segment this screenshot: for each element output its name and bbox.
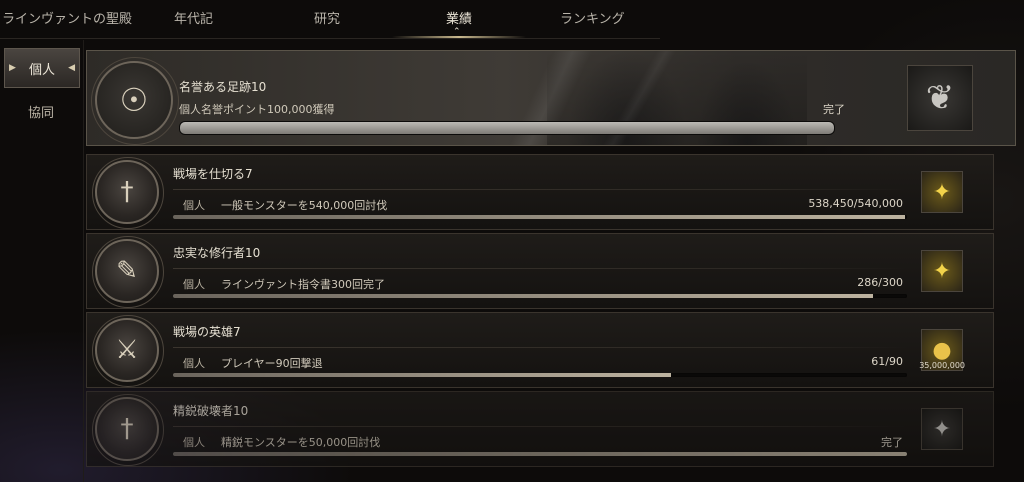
achievement-badge: 個人 xyxy=(183,436,205,449)
crossed-axes-icon: ⚔ xyxy=(92,315,164,387)
chevron-left-icon: ◀ xyxy=(68,63,75,73)
achievement-description: ラインヴァント指令書300回完了 xyxy=(221,278,385,291)
achievement-card[interactable]: ✎ 忠実な修行者10 個人 ラインヴァント指令書300回完了 286/300 ✦ xyxy=(86,233,994,309)
progress-fill xyxy=(173,452,907,456)
progress-bar xyxy=(173,215,907,219)
silver-emblem-icon[interactable]: ✦ xyxy=(921,408,963,450)
progress-bar xyxy=(173,373,907,377)
progress-bar xyxy=(173,294,907,298)
achievement-badge: 個人 xyxy=(183,357,205,370)
achievement-badge: 個人 xyxy=(183,199,205,212)
achievement-description: 一般モンスターを540,000回討伐 xyxy=(221,199,388,212)
progress-fill xyxy=(173,215,905,219)
achievement-description: プレイヤー90回撃退 xyxy=(221,357,323,370)
sidebar-item-cooperative[interactable]: 協同 xyxy=(4,92,78,130)
achievement-status: 286/300 xyxy=(857,276,903,289)
achievement-card[interactable]: † 戦場を仕切る7 個人 一般モンスターを540,000回討伐 538,450/… xyxy=(86,154,994,230)
achievement-description: 精鋭モンスターを50,000回討伐 xyxy=(221,436,381,449)
nav-divider xyxy=(0,38,660,39)
reward-amount: 35,000,000 xyxy=(919,361,965,370)
achievement-title: 戦場を仕切る7 xyxy=(173,167,253,181)
gold-emblem-icon[interactable]: ✦ xyxy=(921,250,963,292)
achievement-title: 精鋭破壊者10 xyxy=(173,404,249,418)
tab-ranking[interactable]: ランキング xyxy=(560,8,625,27)
achievement-status: 完了 xyxy=(881,436,903,449)
scroll-icon: ✎ xyxy=(92,236,164,308)
cloak-icon[interactable]: ❦ xyxy=(907,65,973,131)
progress-bar xyxy=(179,121,835,135)
achievement-title: 名誉ある足跡10 xyxy=(179,80,267,94)
card-separator xyxy=(173,189,907,190)
achievement-description: 個人名誉ポイント100,000獲得 xyxy=(179,103,335,116)
achievement-badge: 個人 xyxy=(183,278,205,291)
eye-altar-icon: ☉ xyxy=(91,57,179,145)
card-separator xyxy=(173,347,907,348)
tab-chronicle[interactable]: 年代記 xyxy=(174,8,213,27)
tab-achievements[interactable]: 業績 xyxy=(446,8,472,27)
sidebar-item-label: 協同 xyxy=(27,105,54,121)
card-separator xyxy=(173,268,907,269)
progress-fill xyxy=(180,122,834,134)
achievement-status: 完了 xyxy=(823,103,845,116)
sidebar-item-personal[interactable]: ▶ 個人 ◀ xyxy=(4,48,80,88)
sword-wings-icon: † xyxy=(92,394,164,466)
achievement-title: 忠実な修行者10 xyxy=(173,246,261,260)
achievement-status: 538,450/540,000 xyxy=(808,197,903,210)
chevron-right-icon: ▶ xyxy=(9,63,16,73)
card-separator xyxy=(173,426,907,427)
progress-fill xyxy=(173,373,671,377)
sidebar-item-label: 個人 xyxy=(28,62,55,78)
achievement-card[interactable]: ⚔ 戦場の英雄7 個人 プレイヤー90回撃退 61/90 ● 35,000,00… xyxy=(86,312,994,388)
progress-bar xyxy=(173,452,907,456)
tab-sanctum[interactable]: ラインヴァントの聖殿 xyxy=(2,8,132,27)
tab-research[interactable]: 研究 xyxy=(314,8,340,27)
progress-fill xyxy=(173,294,873,298)
gold-emblem-icon[interactable]: ✦ xyxy=(921,171,963,213)
sidebar-divider xyxy=(83,40,84,482)
achievement-title: 戦場の英雄7 xyxy=(173,325,241,339)
achievement-card[interactable]: † 精鋭破壊者10 個人 精鋭モンスターを50,000回討伐 完了 ✦ xyxy=(86,391,994,467)
achievement-card-featured[interactable]: ☉ 名誉ある足跡10 個人名誉ポイント100,000獲得 完了 ❦ xyxy=(86,50,1016,146)
top-navigation: ラインヴァントの聖殿 年代記 研究 業績 ランキング ⌃ xyxy=(0,0,660,38)
sword-wings-icon: † xyxy=(92,157,164,229)
achievement-status: 61/90 xyxy=(871,355,903,368)
